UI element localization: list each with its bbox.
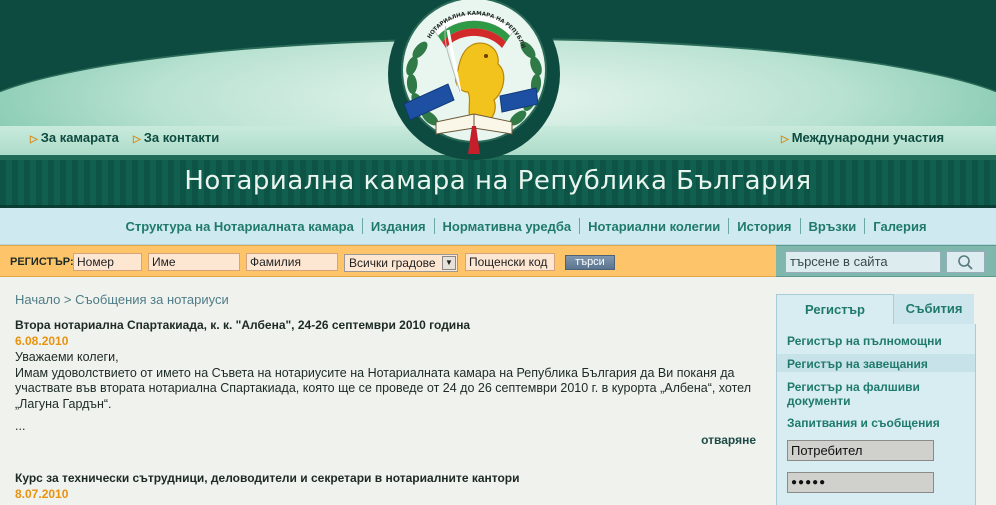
header-link-international-label: Международни участия: [791, 130, 945, 145]
username-field[interactable]: Потребител: [787, 440, 934, 461]
register-postcode-input[interactable]: Пощенски код: [465, 253, 555, 271]
nav-item-history[interactable]: История: [729, 219, 799, 234]
sidebar: Регистър Събития Регистър на пълномощни …: [776, 277, 996, 505]
register-name-input[interactable]: Име: [148, 253, 240, 271]
header-link-international[interactable]: ▷ Международни участия: [781, 130, 944, 145]
register-number-input[interactable]: Номер: [73, 253, 142, 271]
header-link-about-label: За камарата: [40, 130, 119, 145]
sidebar-tabs: Регистър Събития: [776, 294, 976, 325]
chevron-down-icon[interactable]: ▼: [442, 256, 456, 270]
register-search-button[interactable]: търси: [565, 255, 615, 270]
breadcrumb-home[interactable]: Начало: [15, 292, 60, 307]
tab-register[interactable]: Регистър: [776, 294, 894, 325]
site-search-bar: търсене в сайта: [776, 245, 996, 277]
sidebar-link-fake-documents[interactable]: Регистър на фалшиви документи: [787, 380, 967, 408]
nav-item-gallery[interactable]: Галерия: [865, 219, 934, 234]
article-ellipsis: ...: [15, 419, 26, 433]
password-field[interactable]: ●●●●●: [787, 472, 934, 493]
article-body: Уважаеми колеги, Имам удоволствието от и…: [15, 350, 760, 412]
article-title[interactable]: Втора нотариална Спартакиада, к. к. "Алб…: [15, 318, 470, 332]
search-icon: [958, 255, 973, 270]
header-link-contacts-label: За контакти: [143, 130, 220, 145]
nav-item-structure[interactable]: Структура на Нотариалната камара: [117, 219, 361, 234]
arrow-icon: ▷: [781, 134, 789, 145]
article-date: 6.08.2010: [15, 334, 69, 348]
register-search-bar: РЕГИСТЪР: Номер Име Фамилия Всички градо…: [0, 245, 776, 277]
article-body-text: Имам удоволствието от името на Съвета на…: [15, 365, 752, 411]
sidebar-link-wills[interactable]: Регистър на завещания: [787, 357, 967, 371]
site-title: Нотариална камара на Република България: [184, 166, 812, 196]
site-search-input[interactable]: търсене в сайта: [785, 251, 941, 273]
breadcrumb: Начало > Съобщения за нотариуси: [15, 292, 229, 307]
register-label: РЕГИСТЪР:: [10, 256, 74, 268]
register-city-select[interactable]: Всички градове ▼: [344, 254, 458, 272]
main-content: Начало > Съобщения за нотариуси Втора но…: [0, 277, 776, 505]
register-panel: Регистър на пълномощни Регистър на завещ…: [776, 324, 976, 505]
site-header: ▷ За камарата ▷ За контакти ▷ Международни …: [0, 0, 996, 160]
register-surname-input[interactable]: Фамилия: [246, 253, 338, 271]
site-search-button[interactable]: [946, 251, 985, 273]
main-navigation: Структура на Нотариалната камара Издания…: [0, 208, 996, 245]
article-body-greeting: Уважаеми колеги,: [15, 350, 119, 364]
header-link-about[interactable]: ▷ За камарата: [30, 130, 119, 145]
read-more-link[interactable]: отваряне: [701, 433, 756, 447]
nav-item-regulations[interactable]: Нормативна уредба: [435, 219, 580, 234]
title-banner: Нотариална камара на Република България: [0, 160, 996, 208]
nav-item-colleges[interactable]: Нотариални колегии: [580, 219, 728, 234]
arrow-icon: ▷: [30, 134, 38, 145]
register-city-selected: Всички градове: [349, 256, 436, 270]
nav-item-links[interactable]: Връзки: [801, 219, 865, 234]
tab-events[interactable]: Събития: [894, 294, 974, 325]
article-date: 8.07.2010: [15, 487, 69, 501]
arrow-icon: ▷: [133, 134, 141, 145]
nav-item-publications[interactable]: Издания: [363, 219, 434, 234]
breadcrumb-separator: >: [60, 292, 76, 307]
chamber-emblem-logo[interactable]: НОТАРИАЛНА КАМАРА НА РЕПУБЛИКА БЪЛГАРИЯ: [376, 0, 572, 160]
sidebar-link-inquiries[interactable]: Запитвания и съобщения: [787, 416, 967, 430]
sidebar-link-powers-of-attorney[interactable]: Регистър на пълномощни: [787, 334, 967, 348]
header-link-contacts[interactable]: ▷ За контакти: [133, 130, 219, 145]
breadcrumb-current[interactable]: Съобщения за нотариуси: [75, 292, 229, 307]
article-title[interactable]: Курс за технически сътрудници, деловодит…: [15, 471, 520, 485]
